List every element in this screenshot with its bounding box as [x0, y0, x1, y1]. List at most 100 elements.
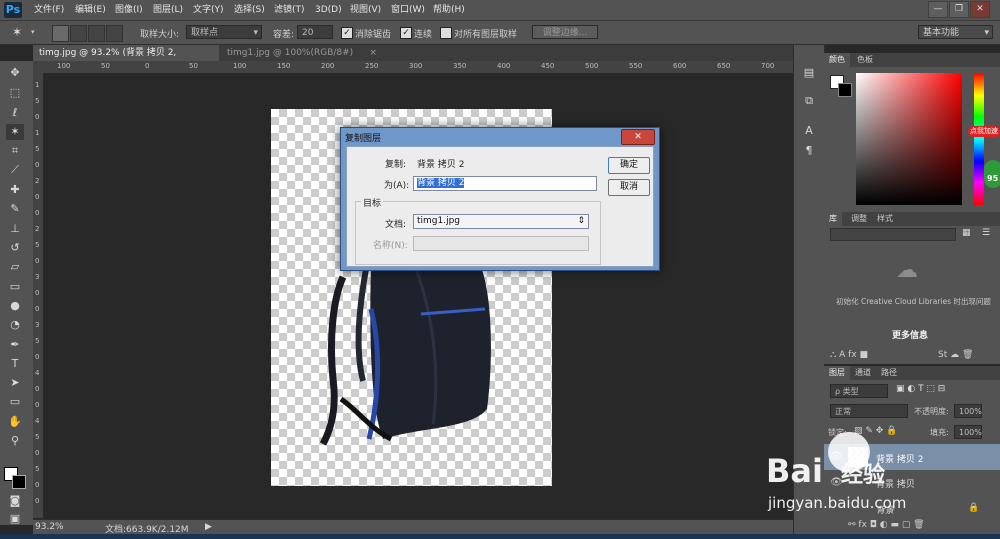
ruler-tick-label: 200 — [321, 62, 335, 70]
fill-input[interactable]: 100% — [954, 425, 982, 439]
background-color-swatch[interactable] — [838, 83, 852, 97]
marquee-tool-icon[interactable]: ⬚ — [6, 85, 24, 101]
tab-timg1[interactable]: timg1.jpg @ 100%(RGB/8#) × — [221, 45, 381, 61]
magic-wand-tool-preset-icon[interactable]: ✶ — [12, 25, 22, 39]
sample-size-select[interactable]: 取样点 ▾ — [186, 25, 262, 39]
hand-tool-icon[interactable]: ✋ — [6, 414, 24, 430]
fill-label: 填充: — [930, 428, 949, 437]
blur-tool-icon[interactable]: ● — [6, 298, 24, 314]
properties-panel-icon[interactable]: ⧉ — [800, 93, 818, 109]
library-stock-icons[interactable]: St ☁ 🗑 — [938, 350, 973, 360]
menu-view[interactable]: 视图(V) — [350, 3, 381, 17]
brush-tool-icon[interactable]: ✎ — [6, 201, 24, 217]
path-select-tool-icon[interactable]: ➤ — [6, 375, 24, 391]
menu-window[interactable]: 窗口(W) — [391, 3, 425, 17]
menu-filter[interactable]: 滤镜(T) — [274, 3, 305, 17]
subtract-selection-icon[interactable] — [88, 25, 105, 42]
close-icon[interactable]: × — [369, 45, 377, 61]
crop-tool-icon[interactable]: ⌗ — [6, 143, 24, 159]
add-selection-icon[interactable] — [70, 25, 87, 42]
chevron-down-icon[interactable]: ▾ — [31, 28, 35, 36]
eraser-tool-icon[interactable]: ▱ — [6, 259, 24, 275]
contiguous-checkbox[interactable]: ✓ — [400, 27, 412, 39]
document-label: 文档: — [385, 220, 407, 230]
character-panel-icon[interactable]: A — [800, 123, 818, 139]
move-tool-icon[interactable]: ✥ — [6, 65, 24, 81]
tab-layers[interactable]: 图层 — [824, 366, 850, 380]
layer-footer-icons[interactable]: ⚯ fx ◘ ◐ ▬ ▢ 🗑 — [848, 520, 925, 530]
cancel-button[interactable]: 取消 — [608, 179, 650, 196]
more-info-link[interactable]: 更多信息 — [892, 328, 928, 341]
workspace-select[interactable]: 基本功能 ▾ — [918, 25, 993, 39]
close-icon: ✕ — [634, 132, 642, 142]
lasso-tool-icon[interactable]: ℓ — [6, 105, 24, 121]
tolerance-input[interactable]: 20 — [297, 25, 333, 39]
eyedropper-tool-icon[interactable]: ⟋ — [6, 162, 24, 178]
list-view-icon[interactable]: ☰ — [982, 228, 990, 238]
contiguous-label: 连续 — [414, 30, 433, 40]
status-menu-arrow[interactable]: ▶ — [205, 522, 212, 532]
as-name-input[interactable]: 背景 拷贝 2 — [413, 176, 597, 191]
stamp-tool-icon[interactable]: ⊥ — [6, 221, 24, 237]
intersect-selection-icon[interactable] — [106, 25, 123, 42]
gradient-tool-icon[interactable]: ▭ — [6, 279, 24, 295]
type-tool-icon[interactable]: T — [6, 356, 24, 372]
grid-view-icon[interactable]: ▦ — [962, 228, 971, 238]
close-window-button[interactable]: ✕ — [970, 1, 990, 18]
menu-layer[interactable]: 图层(L) — [153, 3, 183, 17]
minimize-button[interactable]: — — [928, 1, 948, 18]
horizontal-ruler: 100 50 0 50 100 150 200 250 300 350 400 450 500 550 60… — [33, 61, 793, 74]
tab-channels[interactable]: 通道 — [850, 366, 876, 380]
hue-slider[interactable] — [974, 73, 984, 205]
layer-kind-filter[interactable]: ρ 类型 — [830, 384, 888, 398]
new-selection-icon[interactable] — [52, 25, 69, 42]
saturation-brightness-field[interactable] — [856, 73, 962, 205]
restore-button[interactable]: ❐ — [949, 1, 969, 18]
document-select[interactable]: timg1.jpg ⇕ — [413, 214, 589, 229]
opacity-input[interactable]: 100% — [954, 404, 982, 418]
speed-number: 95 — [987, 174, 999, 183]
tab-adjustments[interactable]: 调整 — [846, 212, 872, 226]
history-panel-icon[interactable]: ▤ — [800, 65, 818, 81]
background-color-swatch[interactable] — [12, 475, 26, 489]
menu-select[interactable]: 选择(S) — [234, 3, 265, 17]
duplicate-layer-dialog: 复制图层 ✕ 复制: 背景 拷贝 2 为(A): 背景 拷贝 2 目标 文档: … — [340, 127, 660, 271]
ruler-tick-label: 0 — [35, 193, 40, 201]
all-layers-checkbox[interactable]: ✓ — [440, 27, 452, 39]
tab-paths[interactable]: 路径 — [876, 366, 902, 380]
tab-swatches[interactable]: 色板 — [852, 53, 878, 67]
layer-filter-icons[interactable]: ▣ ◐ T ⬚ ⊟ — [896, 384, 945, 394]
history-brush-tool-icon[interactable]: ↺ — [6, 240, 24, 256]
pen-tool-icon[interactable]: ✒ — [6, 337, 24, 353]
tab-color[interactable]: 颜色 — [824, 53, 850, 67]
magic-wand-tool-icon[interactable]: ✶ — [6, 124, 24, 140]
healing-tool-icon[interactable]: ✚ — [6, 182, 24, 198]
menu-help[interactable]: 帮助(H) — [433, 3, 465, 17]
rectangle-tool-icon[interactable]: ▭ — [6, 394, 24, 410]
refine-edge-button[interactable]: 调整边缘... — [532, 25, 598, 39]
menu-file[interactable]: 文件(F) — [34, 3, 64, 17]
name-input[interactable] — [413, 236, 589, 251]
ok-button[interactable]: 确定 — [608, 157, 650, 174]
library-add-icons[interactable]: ⛬ A fx ■ — [830, 350, 868, 360]
dialog-close-button[interactable]: ✕ — [621, 129, 655, 145]
watermark-url: jingyan.baidu.com — [768, 494, 907, 512]
screen-mode-icon[interactable]: ▣ — [6, 511, 24, 527]
menu-image[interactable]: 图像(I) — [115, 3, 143, 17]
blend-mode-select[interactable]: 正常 — [830, 404, 908, 418]
ruler-tick-label: 0 — [35, 353, 40, 361]
quick-mask-icon[interactable]: ◙ — [6, 493, 24, 509]
tab-timg[interactable]: timg.jpg @ 93.2% (背景 拷贝 2, RGB/8#) * × — [33, 45, 219, 74]
zoom-tool-icon[interactable]: ⚲ — [6, 433, 24, 449]
library-select[interactable] — [830, 228, 956, 241]
dodge-tool-icon[interactable]: ◔ — [6, 317, 24, 333]
paragraph-panel-icon[interactable]: ¶ — [800, 143, 818, 159]
zoom-level[interactable]: 93.2% — [35, 522, 64, 532]
tab-libraries[interactable]: 库 — [824, 212, 842, 226]
menu-type[interactable]: 文字(Y) — [193, 3, 224, 17]
menu-edit[interactable]: 编辑(E) — [75, 3, 106, 17]
antialias-checkbox[interactable]: ✓ — [341, 27, 353, 39]
as-name-selected-text: 背景 拷贝 2 — [417, 178, 465, 188]
menu-3d[interactable]: 3D(D) — [315, 3, 342, 17]
tab-styles[interactable]: 样式 — [872, 212, 898, 226]
